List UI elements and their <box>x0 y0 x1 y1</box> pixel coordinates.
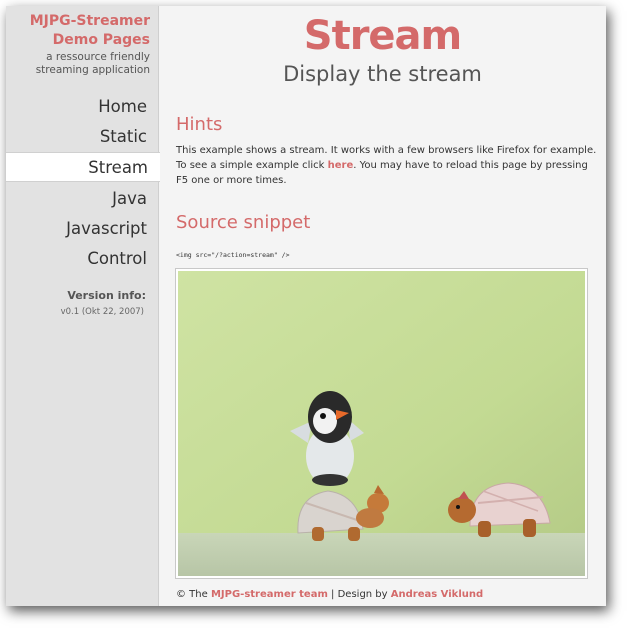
sidebar: MJPG-Streamer Demo Pages a ressource fri… <box>6 6 160 606</box>
version-title: Version info: <box>67 289 146 302</box>
source-snippet-heading: Source snippet <box>176 212 311 233</box>
nav-java[interactable]: Java <box>6 184 159 214</box>
site-title-line2: Demo Pages <box>52 32 150 48</box>
browser-page: MJPG-Streamer Demo Pages a ressource fri… <box>6 6 606 606</box>
code-snippet: <img src="/?action=stream" /> <box>176 251 290 259</box>
version-text: v0.1 (Okt 22, 2007) <box>60 307 144 317</box>
footer-prefix: © The <box>176 589 211 600</box>
nav-javascript[interactable]: Javascript <box>6 214 159 244</box>
nav-static[interactable]: Static <box>6 122 159 152</box>
footer: © The MJPG-streamer team | Design by And… <box>176 589 483 600</box>
footer-mid: | Design by <box>327 589 391 600</box>
hints-paragraph: This example shows a stream. It works wi… <box>176 143 601 188</box>
footer-team-link[interactable]: MJPG-streamer team <box>211 589 328 600</box>
footer-author-link[interactable]: Andreas Viklund <box>391 589 483 600</box>
stream-image <box>178 271 585 576</box>
nav-home[interactable]: Home <box>6 92 159 122</box>
main-content: Stream Display the stream Hints This exa… <box>159 6 606 606</box>
page-subtitle: Display the stream <box>283 62 482 86</box>
page-title: Stream <box>303 13 462 59</box>
site-tagline-line1: a ressource friendly <box>46 51 150 63</box>
nav-control[interactable]: Control <box>6 244 159 274</box>
nav-stream[interactable]: Stream <box>6 152 160 182</box>
here-link[interactable]: here <box>328 160 354 171</box>
site-tagline-line2: streaming application <box>35 64 150 76</box>
stream-image-frame <box>175 268 588 579</box>
hints-heading: Hints <box>176 114 223 135</box>
site-title-line1: MJPG-Streamer <box>29 13 150 29</box>
